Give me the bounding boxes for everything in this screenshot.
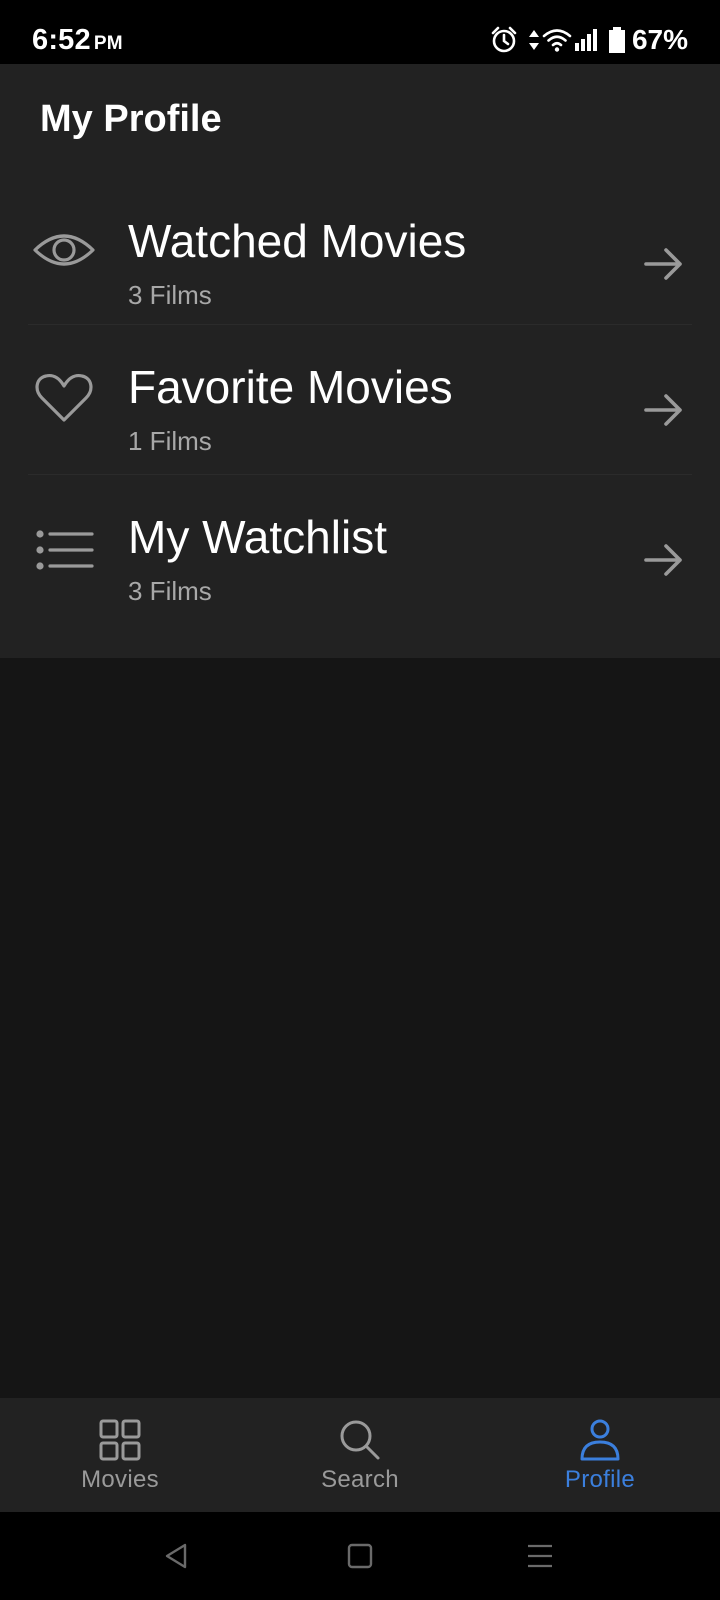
status-time-value: 6:52 [32,24,91,56]
menu-item-subtitle: 1 Films [128,426,212,456]
nav-profile-label: Profile [564,1466,636,1493]
menu-item-title: My Watchlist [128,511,387,563]
bottom-navigation: Movies Search Profile [0,1398,720,1512]
nav-search[interactable]: Search [240,1398,480,1512]
nav-profile[interactable]: Profile [480,1398,720,1512]
menu-item-subtitle: 3 Films [128,280,212,310]
eye-icon [33,234,95,266]
user-icon [580,1419,620,1461]
back-icon[interactable] [163,1542,189,1570]
divider [28,474,692,475]
list-icon [36,530,94,570]
profile-menu-list: Watched Movies 3 Films Favorite Movies 1… [0,176,720,658]
system-navigation-bar [0,1512,720,1600]
wifi-icon [542,29,572,52]
battery-icon [608,27,625,53]
nav-search-label: Search [321,1466,399,1493]
status-bar: 6:52 PM 67% [0,0,720,64]
search-icon [340,1420,380,1460]
recents-menu-icon[interactable] [527,1542,553,1570]
arrow-right-icon [644,544,682,576]
arrow-right-icon [644,248,682,280]
heart-icon [35,373,93,422]
status-time: 6:52 PM [32,24,123,57]
arrow-right-icon [644,394,682,426]
app-header: My Profile [0,64,720,176]
screen: 6:52 PM 67% My Profile Watched Movies 3 … [0,0,720,1600]
menu-item-title: Watched Movies [128,215,467,267]
nav-movies-label: Movies [81,1466,159,1493]
home-icon[interactable] [347,1542,373,1570]
page-title: My Profile [40,98,222,140]
alarm-icon [491,26,517,53]
grid-icon [99,1419,141,1461]
menu-item-title: Favorite Movies [128,361,453,413]
signal-icon [574,29,597,51]
status-time-ampm: PM [93,33,123,54]
status-icons: 67% [490,22,688,58]
menu-item-watched-movies[interactable]: Watched Movies 3 Films [0,176,720,324]
menu-item-subtitle: 3 Films [128,576,212,606]
menu-item-my-watchlist[interactable]: My Watchlist 3 Films [0,476,720,624]
nav-movies[interactable]: Movies [0,1398,240,1512]
divider [28,324,692,325]
data-transfer-icon [528,30,539,50]
battery-percentage: 67% [631,24,688,55]
menu-item-favorite-movies[interactable]: Favorite Movies 1 Films [0,326,720,474]
